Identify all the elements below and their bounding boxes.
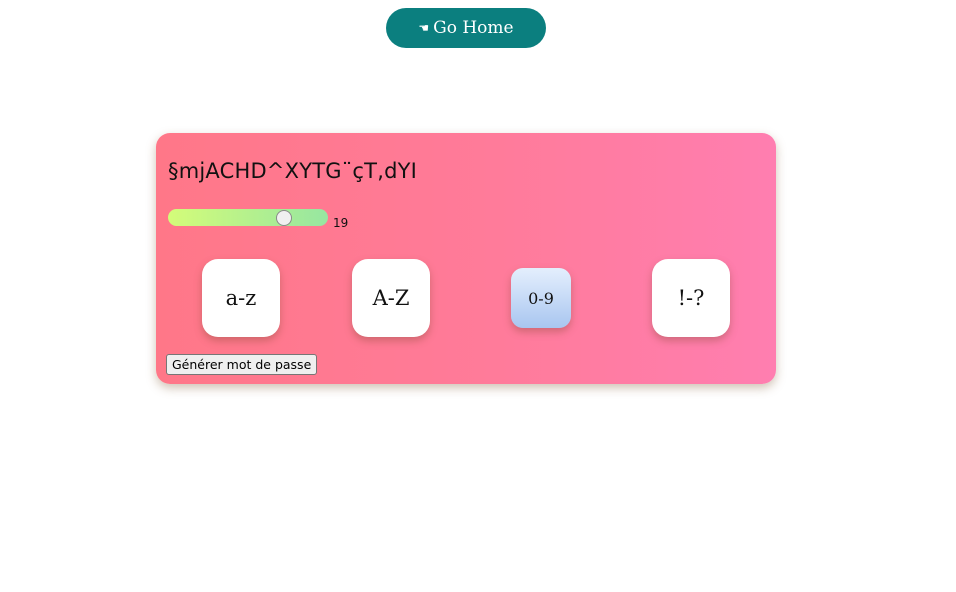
length-value: 19 — [333, 216, 349, 230]
go-home-label: Go Home — [433, 18, 514, 38]
password-generator-card: §mjACHD^XYTG¨çT,dYI 19 a-z A-Z 0-9 !-? G… — [156, 133, 776, 384]
length-slider-thumb[interactable] — [275, 209, 292, 226]
digits-toggle[interactable]: 0-9 — [511, 268, 571, 328]
symbols-toggle[interactable]: !-? — [652, 259, 730, 337]
uppercase-toggle[interactable]: A-Z — [352, 259, 430, 337]
lowercase-toggle[interactable]: a-z — [202, 259, 280, 337]
pointing-hand-icon: ☚ — [418, 21, 430, 35]
length-slider[interactable] — [168, 209, 328, 226]
generated-password: §mjACHD^XYTG¨çT,dYI — [168, 159, 418, 183]
go-home-button[interactable]: ☚ Go Home — [386, 8, 546, 48]
generate-password-button[interactable]: Générer mot de passe — [166, 354, 318, 375]
